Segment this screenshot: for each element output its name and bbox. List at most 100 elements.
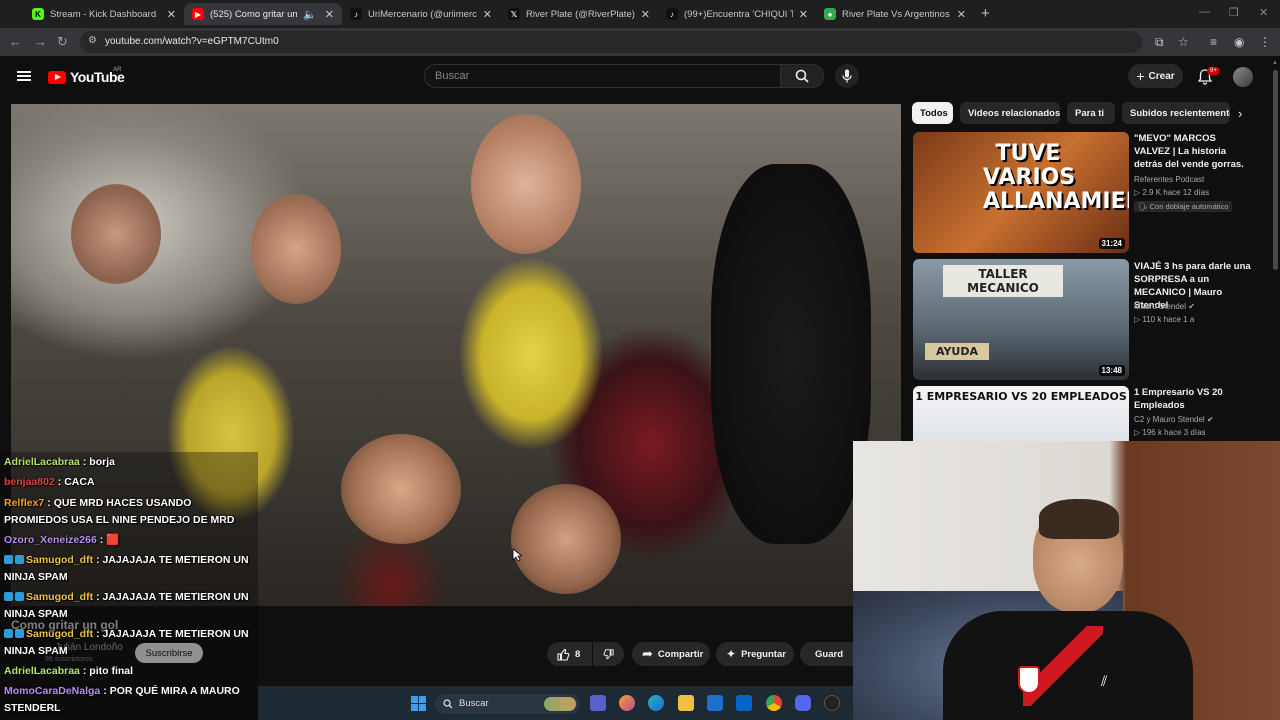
windows-start-icon[interactable] — [411, 696, 426, 711]
video-thumbnail[interactable]: 1 EMPRESARIO VS 20 EMPLEADOS — [913, 386, 1129, 442]
tab-title: Stream - Kick Dashboard — [50, 8, 157, 20]
like-button[interactable]: 8 — [547, 642, 592, 666]
discord-icon[interactable] — [795, 695, 811, 711]
chrome-icon[interactable] — [766, 695, 782, 711]
chip-for-you[interactable]: Para ti — [1067, 102, 1115, 124]
chat-username: Ozoro_Xeneize266 — [4, 534, 97, 546]
menu-icon[interactable]: ⋮ — [1259, 35, 1271, 49]
bookmark-star-icon[interactable]: ☆ — [1178, 35, 1189, 49]
browser-tab[interactable]: ♪ UriMercenario (@uriimercenar ✕ — [342, 3, 500, 25]
profile-icon[interactable]: ◉ — [1234, 35, 1244, 49]
search-button[interactable] — [780, 64, 824, 88]
save-button[interactable]: Guard — [800, 642, 853, 666]
verified-icon: ✔ — [1188, 302, 1195, 311]
store-icon[interactable] — [707, 695, 723, 711]
related-video-item[interactable]: 1 EMPRESARIO VS 20 EMPLEADOS 1 Empresari… — [913, 386, 1258, 442]
tab-title: UriMercenario (@uriimercenar — [368, 8, 477, 20]
related-video-item[interactable]: TUVE VARIOS ALLANAMIENTOS 31:24 "MEVO" M… — [913, 132, 1258, 254]
related-video-item[interactable]: TALLER MECANICO AYUDA 13:48 VIAJÉ 3 hs p… — [913, 259, 1258, 381]
reload-icon[interactable]: ↻ — [57, 34, 68, 50]
account-avatar[interactable] — [1233, 67, 1253, 87]
chip-recent[interactable]: Subidos recientemente — [1122, 102, 1230, 124]
tab-title: (99+)Encuentra 'CHIQUI TAPIA — [684, 8, 793, 20]
dislike-button[interactable] — [593, 642, 624, 666]
tiktok-icon: ♪ — [350, 8, 362, 20]
scrollbar-thumb[interactable] — [1273, 70, 1278, 270]
voice-search-button[interactable] — [835, 64, 859, 88]
taskbar-search[interactable]: Buscar — [435, 694, 580, 714]
edge-icon[interactable] — [648, 695, 664, 711]
browser-tab-strip: K Stream - Kick Dashboard ✕ ▶ (525) Como… — [0, 0, 1280, 28]
outlook-icon[interactable] — [736, 695, 752, 711]
close-icon[interactable]: ✕ — [957, 8, 966, 21]
related-meta: ▷ 196 k hace 3 días — [1134, 428, 1206, 437]
scroll-up-icon[interactable]: ▲ — [1272, 60, 1278, 66]
chip-all[interactable]: Todos — [912, 102, 953, 124]
notification-count-badge: 9+ — [1207, 67, 1220, 75]
sparkle-icon: ✦ — [726, 647, 737, 661]
microphone-icon — [842, 69, 852, 83]
window-close-icon[interactable]: ✕ — [1259, 6, 1268, 19]
search-input[interactable]: Buscar — [424, 64, 781, 88]
browser-tab[interactable]: K Stream - Kick Dashboard ✕ — [24, 3, 184, 25]
filter-chips: Todos Videos relacionados Para ti Subido… — [912, 102, 1257, 124]
close-icon[interactable]: ✕ — [167, 8, 176, 21]
chat-username: Samugod_dft — [26, 628, 94, 640]
close-icon[interactable]: ✕ — [641, 8, 650, 21]
tab-title: River Plate Vs Argentinos Junio — [842, 8, 951, 20]
browser-tab[interactable]: 𝕏 River Plate (@RiverPlate) / X ✕ — [500, 3, 658, 25]
chip-related[interactable]: Videos relacionados — [960, 102, 1060, 124]
back-icon[interactable]: ← — [9, 34, 22, 49]
share-button[interactable]: ➦ Compartir — [632, 642, 710, 666]
teams-icon[interactable] — [590, 695, 606, 711]
dubbed-label: Con doblaje automático — [1149, 202, 1229, 211]
browser-tab[interactable]: ♪ (99+)Encuentra 'CHIQUI TAPIA ✕ — [658, 3, 816, 25]
river-plate-crest-icon — [1018, 666, 1040, 694]
youtube-header: YouTube AR Buscar + Crear 9+ — [0, 56, 1270, 100]
close-icon[interactable]: ✕ — [483, 8, 492, 21]
minimize-icon[interactable]: — — [1199, 6, 1210, 18]
video-frame-face — [71, 184, 161, 284]
file-explorer-icon[interactable] — [678, 695, 694, 711]
related-views-age: 2.9 K hace 12 días — [1142, 188, 1210, 197]
webcam-hair — [1039, 499, 1119, 539]
obs-icon[interactable] — [824, 695, 840, 711]
chevron-right-icon[interactable]: › — [1238, 106, 1242, 121]
related-title[interactable]: "MEVO" MARCOS VALVEZ | La historia detrá… — [1134, 132, 1254, 171]
new-tab-button[interactable]: + — [981, 5, 990, 22]
mouse-cursor-icon — [512, 548, 522, 562]
create-button[interactable]: + Crear — [1128, 64, 1183, 88]
ask-button[interactable]: ✦ Preguntar — [716, 642, 794, 666]
related-views-age: 110 k hace 1 a — [1142, 315, 1195, 324]
chat-text: : CACA — [57, 476, 95, 488]
thumbnail-sign-text: AYUDA — [925, 343, 989, 360]
chat-text: : borja — [82, 456, 115, 468]
browser-tab[interactable]: ● River Plate Vs Argentinos Junio ✕ — [816, 3, 974, 25]
chat-text: : 🟥 — [99, 534, 120, 546]
browser-toolbar: ← → ↻ ⚙ youtube.com/watch?v=eGPTM7CUtm0 … — [0, 28, 1280, 56]
close-icon[interactable]: ✕ — [325, 8, 334, 21]
youtube-play-icon — [48, 70, 66, 84]
related-channel-name: Mauro Stendel — [1134, 302, 1187, 311]
speaker-icon[interactable]: 🔈 — [303, 8, 317, 21]
related-channel[interactable]: Referentes Podcast — [1134, 175, 1204, 184]
video-frame-face — [511, 484, 621, 594]
browser-tab-active[interactable]: ▶ (525) Como gritar un gol - Y 🔈 ✕ — [184, 3, 342, 25]
install-icon[interactable]: ⧉ — [1155, 35, 1164, 50]
video-thumbnail[interactable]: TUVE VARIOS ALLANAMIENTOS 31:24 — [913, 132, 1129, 253]
video-thumbnail[interactable]: TALLER MECANICO AYUDA 13:48 — [913, 259, 1129, 380]
related-channel[interactable]: C2 y Mauro Stendel ✔ — [1134, 415, 1214, 424]
maximize-icon[interactable]: ❐ — [1229, 6, 1239, 19]
reading-list-icon[interactable]: ≡ — [1210, 35, 1217, 49]
close-icon[interactable]: ✕ — [799, 8, 808, 21]
related-channel[interactable]: Mauro Stendel ✔ — [1134, 302, 1195, 311]
site-info-icon[interactable]: ⚙ — [88, 35, 97, 46]
thumbs-down-icon — [603, 648, 614, 659]
plus-icon: + — [1136, 68, 1145, 84]
copilot-icon[interactable] — [619, 695, 635, 711]
address-bar[interactable]: ⚙ youtube.com/watch?v=eGPTM7CUtm0 — [80, 31, 1142, 53]
related-title[interactable]: 1 Empresario VS 20 Empleados — [1134, 386, 1254, 412]
chat-username: Samugod_dft — [26, 554, 94, 566]
menu-hamburger-icon[interactable] — [17, 71, 31, 81]
forward-icon[interactable]: → — [34, 34, 47, 49]
